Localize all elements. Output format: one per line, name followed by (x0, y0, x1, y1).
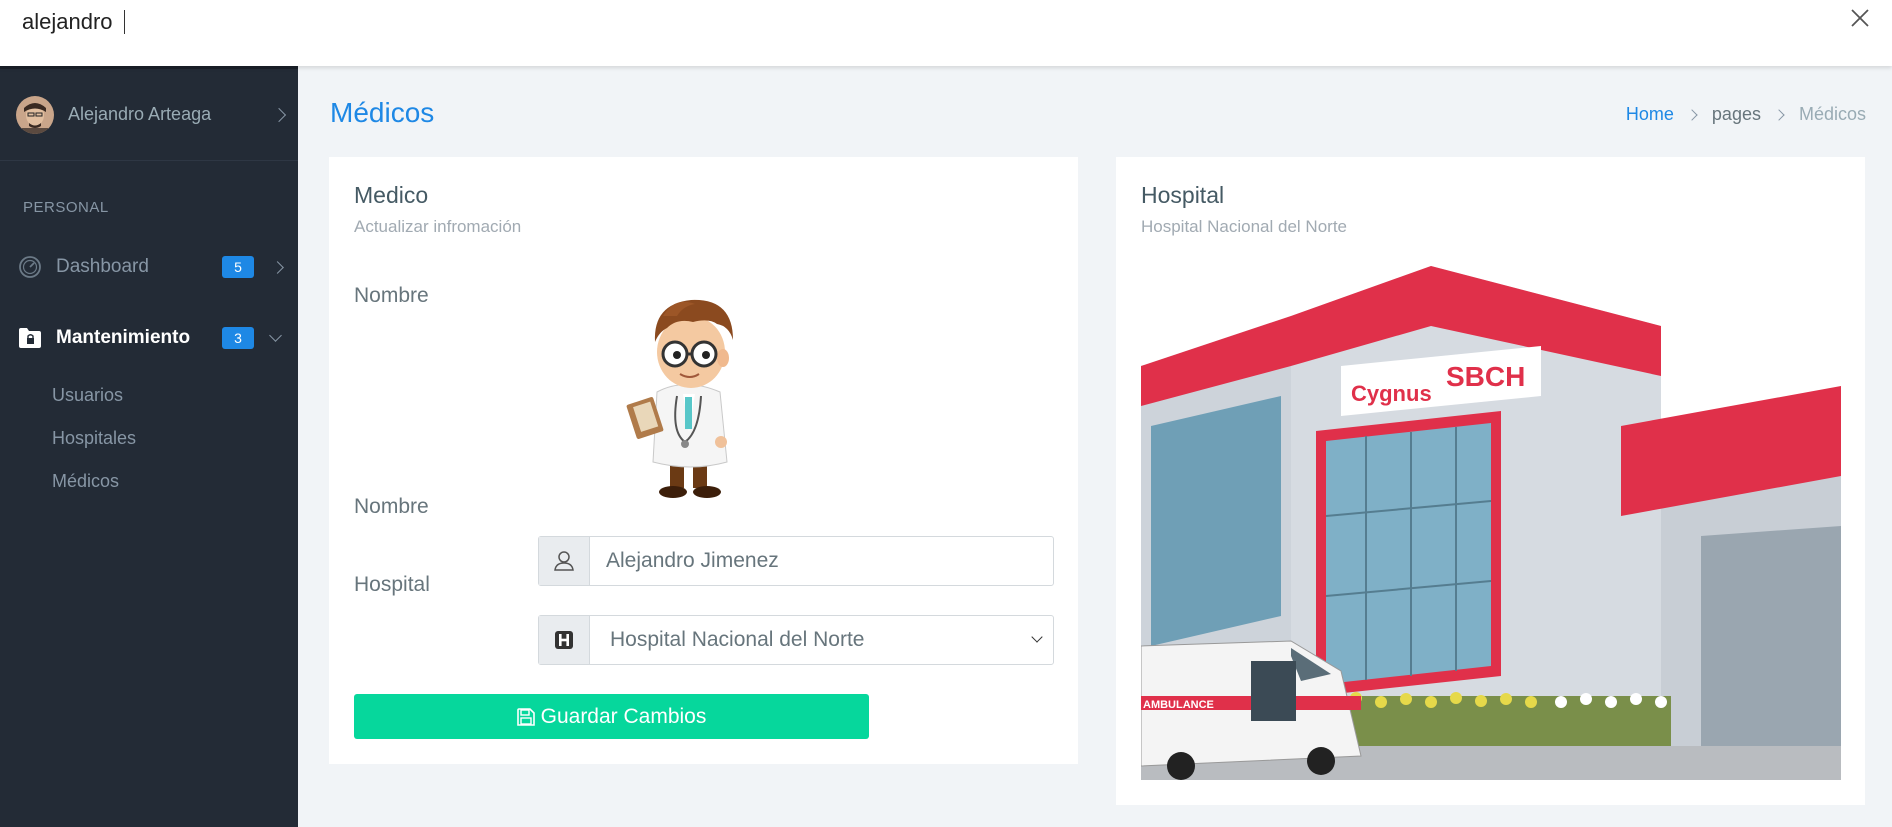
hospital-select-value: Hospital Nacional del Norte (610, 628, 865, 651)
name-input[interactable] (590, 537, 1053, 585)
close-icon[interactable] (1846, 4, 1874, 32)
name-label: Nombre (354, 495, 429, 518)
user-name: Alejandro Arteaga (68, 104, 212, 124)
hospital-input-group: Hospital Nacional del Norte (538, 615, 1054, 665)
page-title: Médicos (330, 97, 435, 128)
card-subtitle: Actualizar infromación (354, 217, 522, 236)
medico-card: Medico Actualizar infromación Nombre Nom… (329, 157, 1078, 764)
save-button[interactable]: Guardar Cambios (354, 694, 869, 739)
name-input-group (538, 536, 1054, 586)
sidebar-subitem-hospitales[interactable]: Hospitales (52, 428, 136, 449)
sidebar-item-label: Mantenimiento (56, 327, 191, 348)
breadcrumb-pages[interactable]: pages (1712, 104, 1761, 125)
breadcrumb-home[interactable]: Home (1626, 104, 1674, 125)
hospital-h-icon (539, 616, 590, 664)
hospital-card: Hospital Hospital Nacional del Norte Cyg… (1116, 157, 1865, 805)
save-icon (516, 707, 535, 726)
card-subtitle: Hospital Nacional del Norte (1141, 217, 1347, 236)
sidebar-item-dashboard[interactable]: Dashboard 5 (0, 242, 298, 292)
chevron-right-icon (1686, 108, 1698, 121)
sidebar-subitem-medicos[interactable]: Médicos (52, 471, 119, 492)
hospital-image[interactable]: Cygnus SBCH AMBULANCE (1141, 256, 1841, 780)
image-label: Nombre (354, 284, 429, 307)
sign-sbch: SBCH (1446, 361, 1525, 392)
chevron-right-icon (271, 107, 287, 122)
nav-section-label: PERSONAL (23, 199, 109, 216)
save-button-label: Guardar Cambios (540, 704, 707, 728)
chevron-down-icon (1031, 631, 1043, 643)
hospital-select[interactable]: Hospital Nacional del Norte (590, 616, 1053, 664)
ambulance-text: AMBULANCE (1143, 699, 1214, 711)
card-title: Medico (354, 182, 429, 208)
dashboard-icon (19, 256, 41, 278)
search-input[interactable] (22, 8, 1802, 36)
card-title: Hospital (1141, 182, 1225, 208)
chevron-down-icon (269, 328, 282, 342)
chevron-right-icon (271, 260, 284, 274)
user-avatar (16, 95, 54, 134)
sign-cygnus: Cygnus (1351, 381, 1432, 406)
sidebar-subitem-usuarios[interactable]: Usuarios (52, 385, 123, 406)
sidebar-item-label: Dashboard (56, 256, 149, 277)
hospital-label: Hospital (354, 573, 430, 596)
notification-badge: 3 (222, 327, 254, 349)
text-caret (124, 10, 125, 34)
notification-badge: 5 (222, 256, 254, 278)
doctor-avatar-image[interactable] (625, 282, 765, 502)
user-icon (539, 537, 590, 585)
breadcrumb: Home pages Médicos (1626, 104, 1866, 125)
search-bar (0, 0, 1892, 66)
user-profile[interactable]: Alejandro Arteaga (0, 69, 298, 161)
folder-lock-icon (19, 328, 41, 348)
sidebar-item-mantenimiento[interactable]: Mantenimiento 3 (0, 313, 298, 363)
chevron-right-icon (1773, 108, 1785, 121)
breadcrumb-current: Médicos (1798, 104, 1866, 124)
sidebar (0, 66, 298, 827)
